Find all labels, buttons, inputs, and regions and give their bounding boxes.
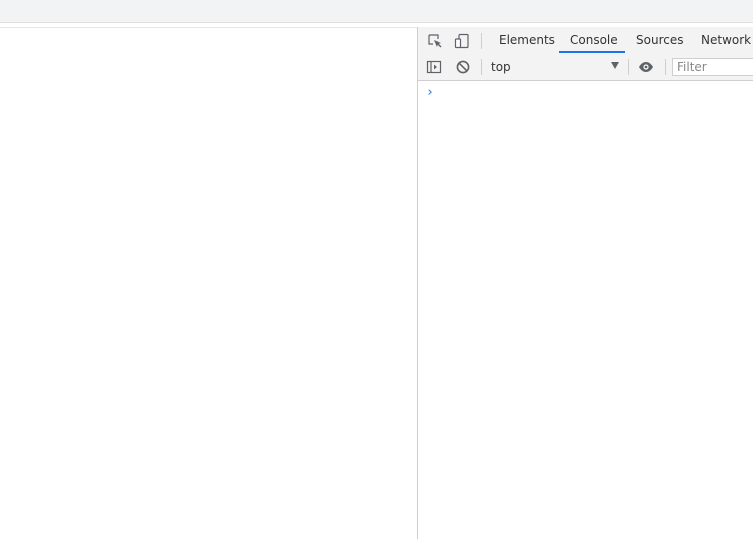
tab-elements[interactable]: Elements (499, 27, 555, 54)
live-expression-icon (639, 62, 653, 72)
sidebar-toggle-icon (426, 60, 442, 74)
console-toolbar-divider-2 (628, 59, 629, 75)
device-toggle-button[interactable] (452, 31, 472, 51)
device-toggle-icon (454, 33, 469, 49)
active-tab-indicator (559, 51, 625, 53)
tab-sources[interactable]: Sources (636, 27, 683, 54)
context-selector-value: top (491, 60, 511, 74)
toolbar-divider (481, 33, 482, 49)
console-prompt[interactable]: › (418, 81, 753, 539)
clear-console-button[interactable] (453, 57, 473, 77)
devtools-tabbar: Elements Console Sources Network (418, 27, 753, 55)
devtools-panel: Elements Console Sources Network top Fil… (417, 27, 753, 539)
live-expression-button[interactable] (636, 57, 656, 77)
browser-toolbar (0, 0, 753, 23)
console-toolbar-divider-3 (665, 59, 666, 75)
page-viewport[interactable] (0, 27, 417, 540)
chevron-down-icon (611, 62, 619, 69)
console-toolbar: top (418, 54, 753, 81)
console-toolbar-divider (481, 59, 482, 75)
clear-console-icon (456, 60, 470, 74)
inspect-element-icon (428, 34, 442, 48)
filter-input[interactable] (672, 58, 753, 76)
inspect-element-button[interactable] (425, 31, 445, 51)
tab-network[interactable]: Network (701, 27, 751, 54)
console-sidebar-button[interactable] (424, 57, 444, 77)
tab-console[interactable]: Console (570, 27, 618, 54)
prompt-chevron-icon: › (426, 85, 434, 100)
